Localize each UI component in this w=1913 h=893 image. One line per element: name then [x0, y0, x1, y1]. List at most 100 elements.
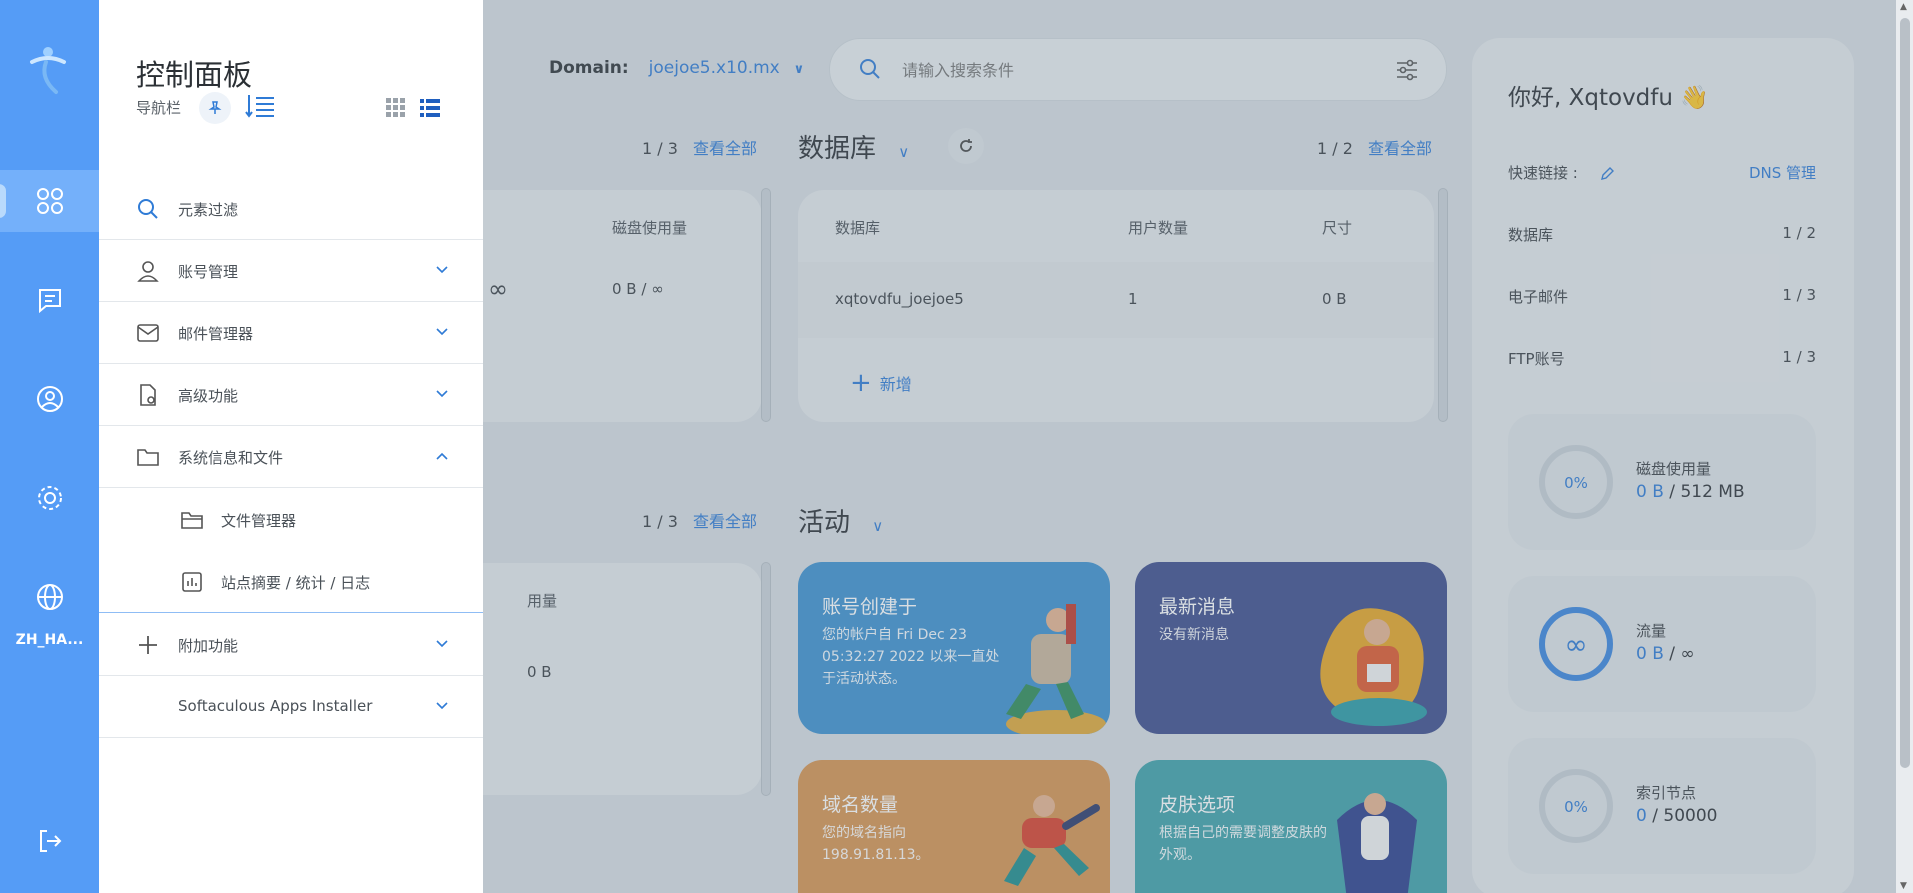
flyout-title: 控制面板: [136, 58, 253, 92]
rail-settings-button[interactable]: [0, 467, 99, 529]
user-circle-icon: [36, 386, 63, 412]
grid-view-icon[interactable]: [386, 98, 406, 118]
nav-site-stats-logs[interactable]: 站点摘要 / 统计 / 日志: [99, 551, 483, 613]
nav-addons[interactable]: 附加功能: [99, 614, 483, 676]
refresh-button[interactable]: [948, 128, 984, 164]
settings-doc-icon: [140, 384, 156, 406]
chart-icon: [182, 572, 202, 592]
col-usage: 用量: [527, 592, 558, 610]
disk-usage-value: 0 B / ∞: [612, 280, 664, 298]
search-input[interactable]: [902, 57, 1362, 83]
domain-value[interactable]: joejoe5.x10.mx: [649, 58, 780, 78]
database-pager: 1 / 2 查看全部: [1317, 139, 1433, 158]
db-size: 0 B: [1322, 290, 1347, 308]
card-scrollbar[interactable]: [761, 188, 771, 422]
stat-row-email[interactable]: 电子邮件 1 / 3: [1508, 286, 1816, 307]
search-icon: [860, 59, 880, 79]
col-size: 尺寸: [1322, 219, 1353, 237]
right-panel: 你好, Xqtovdfu 👋 快速链接 : DNS 管理 数据库 1 / 2 电…: [1472, 38, 1854, 893]
folder-icon: [181, 512, 203, 529]
database-card: 数据库 用户数量 尺寸 xqtovdfu_joejoe5 1 0 B + 新增: [798, 190, 1434, 422]
greeting: 你好, Xqtovdfu 👋: [1508, 85, 1709, 111]
activity-section-title[interactable]: 活动 ∨: [798, 502, 883, 539]
nav-mail-manager[interactable]: 邮件管理器: [99, 302, 483, 364]
illustration-person-icon: [1006, 604, 1106, 734]
chevron-down-icon: [436, 266, 448, 274]
svg-text:0%: 0%: [1564, 474, 1588, 492]
gear-icon: [37, 486, 62, 510]
rail-messages-button[interactable]: [0, 269, 99, 331]
illustration-runner-icon: [1004, 795, 1100, 886]
user-icon: [137, 261, 159, 282]
rail-profile-button[interactable]: [0, 368, 99, 430]
filter-icon[interactable]: [1394, 57, 1420, 83]
chevron-down-icon: [436, 390, 448, 398]
nav-system-info-files[interactable]: 系统信息和文件: [99, 426, 483, 488]
view-all-link[interactable]: 查看全部: [693, 512, 757, 531]
rail-language-button[interactable]: [0, 566, 99, 628]
nav-softaculous[interactable]: Softaculous Apps Installer: [99, 676, 483, 738]
folder-icon: [137, 449, 159, 466]
rail-logout-button[interactable]: [0, 810, 99, 872]
dns-management-link[interactable]: DNS 管理: [1749, 162, 1816, 183]
plus-icon: +: [850, 368, 872, 398]
language-label[interactable]: ZH_HA...: [0, 632, 99, 648]
domain-pager: 1 / 3 查看全部: [642, 512, 758, 531]
tile-account-created[interactable]: 账号创建于 您的帐户自 Fri Dec 23 05:32:27 2022 以来一…: [798, 562, 1110, 734]
nav-account-management[interactable]: 账号管理: [99, 240, 483, 302]
chevron-down-icon: [436, 640, 448, 648]
window-scrollbar[interactable]: ▲ ▼: [1896, 0, 1913, 893]
logo-icon[interactable]: [26, 44, 70, 96]
card-scrollbar[interactable]: [761, 562, 771, 796]
usage-value: 0 B: [527, 663, 552, 681]
col-database: 数据库: [835, 219, 881, 237]
sort-list-icon[interactable]: [245, 93, 275, 119]
chevron-down-icon[interactable]: ∨: [794, 62, 805, 77]
view-all-link[interactable]: 查看全部: [1368, 139, 1432, 158]
logout-icon: [39, 830, 61, 852]
stat-row-database[interactable]: 数据库 1 / 2: [1508, 224, 1816, 245]
nav-filter-input[interactable]: 元素过滤: [99, 178, 483, 240]
chevron-down-icon: [436, 328, 448, 336]
svg-text:0%: 0%: [1564, 798, 1588, 816]
tile-skin-options[interactable]: 皮肤选项 根据自己的需要调整皮肤的外观。: [1135, 760, 1447, 893]
scroll-down-icon[interactable]: ▼: [1900, 881, 1907, 891]
pin-button[interactable]: [199, 92, 231, 124]
stat-row-ftp[interactable]: FTP账号 1 / 3: [1508, 348, 1816, 369]
view-all-link[interactable]: 查看全部: [693, 139, 757, 158]
navigation-flyout: 控制面板 导航栏 元素过滤 账号管理 邮件管理器 高级功能 系统信息和文件 文件…: [99, 0, 483, 893]
svg-text:∞: ∞: [1564, 628, 1587, 661]
progress-ring-icon: 0%: [1539, 445, 1613, 519]
tile-latest-news[interactable]: 最新消息 没有新消息: [1135, 562, 1447, 734]
table-row[interactable]: xqtovdfu_joejoe5 1 0 B: [798, 262, 1434, 338]
nav-advanced[interactable]: 高级功能: [99, 364, 483, 426]
database-section-title[interactable]: 数据库 ∨: [798, 128, 909, 165]
scrollbar-thumb[interactable]: [1900, 18, 1910, 768]
chevron-up-icon: [436, 452, 448, 460]
chevron-down-icon: [436, 702, 448, 710]
search-bar[interactable]: [829, 38, 1447, 101]
chevron-down-icon[interactable]: ∨: [898, 143, 909, 161]
grid-icon: [36, 188, 63, 214]
illustration-standing-icon: [1337, 793, 1417, 893]
list-view-icon[interactable]: [420, 98, 440, 118]
domain-selector[interactable]: Domain: joejoe5.x10.mx ∨: [549, 58, 804, 78]
progress-ring-icon: ∞: [1539, 607, 1613, 681]
email-pager: 1 / 3 查看全部: [642, 139, 758, 158]
scroll-up-icon[interactable]: ▲: [1900, 2, 1907, 12]
nav-file-manager[interactable]: 文件管理器: [99, 489, 483, 551]
db-name: xqtovdfu_joejoe5: [835, 290, 964, 308]
rail-dashboard-button[interactable]: [0, 170, 99, 232]
traffic-stat: ∞ 流量 0 B / ∞: [1508, 576, 1816, 712]
add-database-button[interactable]: + 新增: [850, 368, 912, 398]
chevron-down-icon[interactable]: ∨: [872, 517, 883, 535]
tile-domain-count[interactable]: 域名数量 您的域名指向 198.91.81.13。: [798, 760, 1110, 893]
col-disk-usage: 磁盘使用量: [612, 219, 688, 237]
edit-icon[interactable]: [1599, 166, 1615, 182]
icon-rail: ZH_HA...: [0, 0, 99, 893]
illustration-reader-icon: [1320, 608, 1427, 726]
db-users: 1: [1128, 290, 1138, 308]
pin-icon: [208, 101, 222, 114]
plus-icon: [139, 636, 157, 654]
card-scrollbar[interactable]: [1438, 188, 1448, 422]
